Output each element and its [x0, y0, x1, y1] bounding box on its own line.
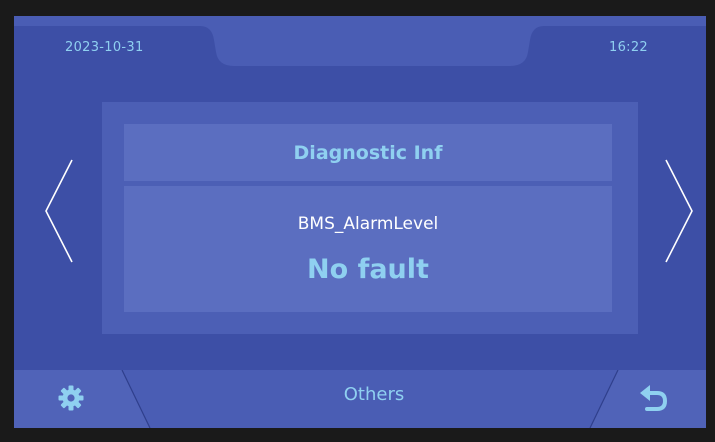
top-header-shape	[14, 16, 706, 66]
others-label[interactable]: Others	[274, 384, 474, 405]
hmi-screen: 2023-10-31 16:22 Diagnostic Inf BMS_Alar…	[14, 16, 706, 428]
parameter-card: BMS_AlarmLevel No fault	[124, 186, 612, 312]
date-display: 2023-10-31	[65, 40, 144, 55]
gear-icon[interactable]	[58, 385, 84, 411]
parameter-value: No fault	[307, 254, 429, 285]
next-page-chevron-icon[interactable]	[656, 156, 696, 266]
time-display: 16:22	[609, 40, 648, 55]
diagnostic-panel: Diagnostic Inf BMS_AlarmLevel No fault	[102, 102, 638, 334]
panel-title: Diagnostic Inf	[124, 124, 612, 181]
parameter-name: BMS_AlarmLevel	[297, 214, 439, 234]
previous-page-chevron-icon[interactable]	[42, 156, 82, 266]
back-arrow-icon[interactable]	[639, 385, 669, 413]
device-frame: 2023-10-31 16:22 Diagnostic Inf BMS_Alar…	[0, 0, 715, 442]
